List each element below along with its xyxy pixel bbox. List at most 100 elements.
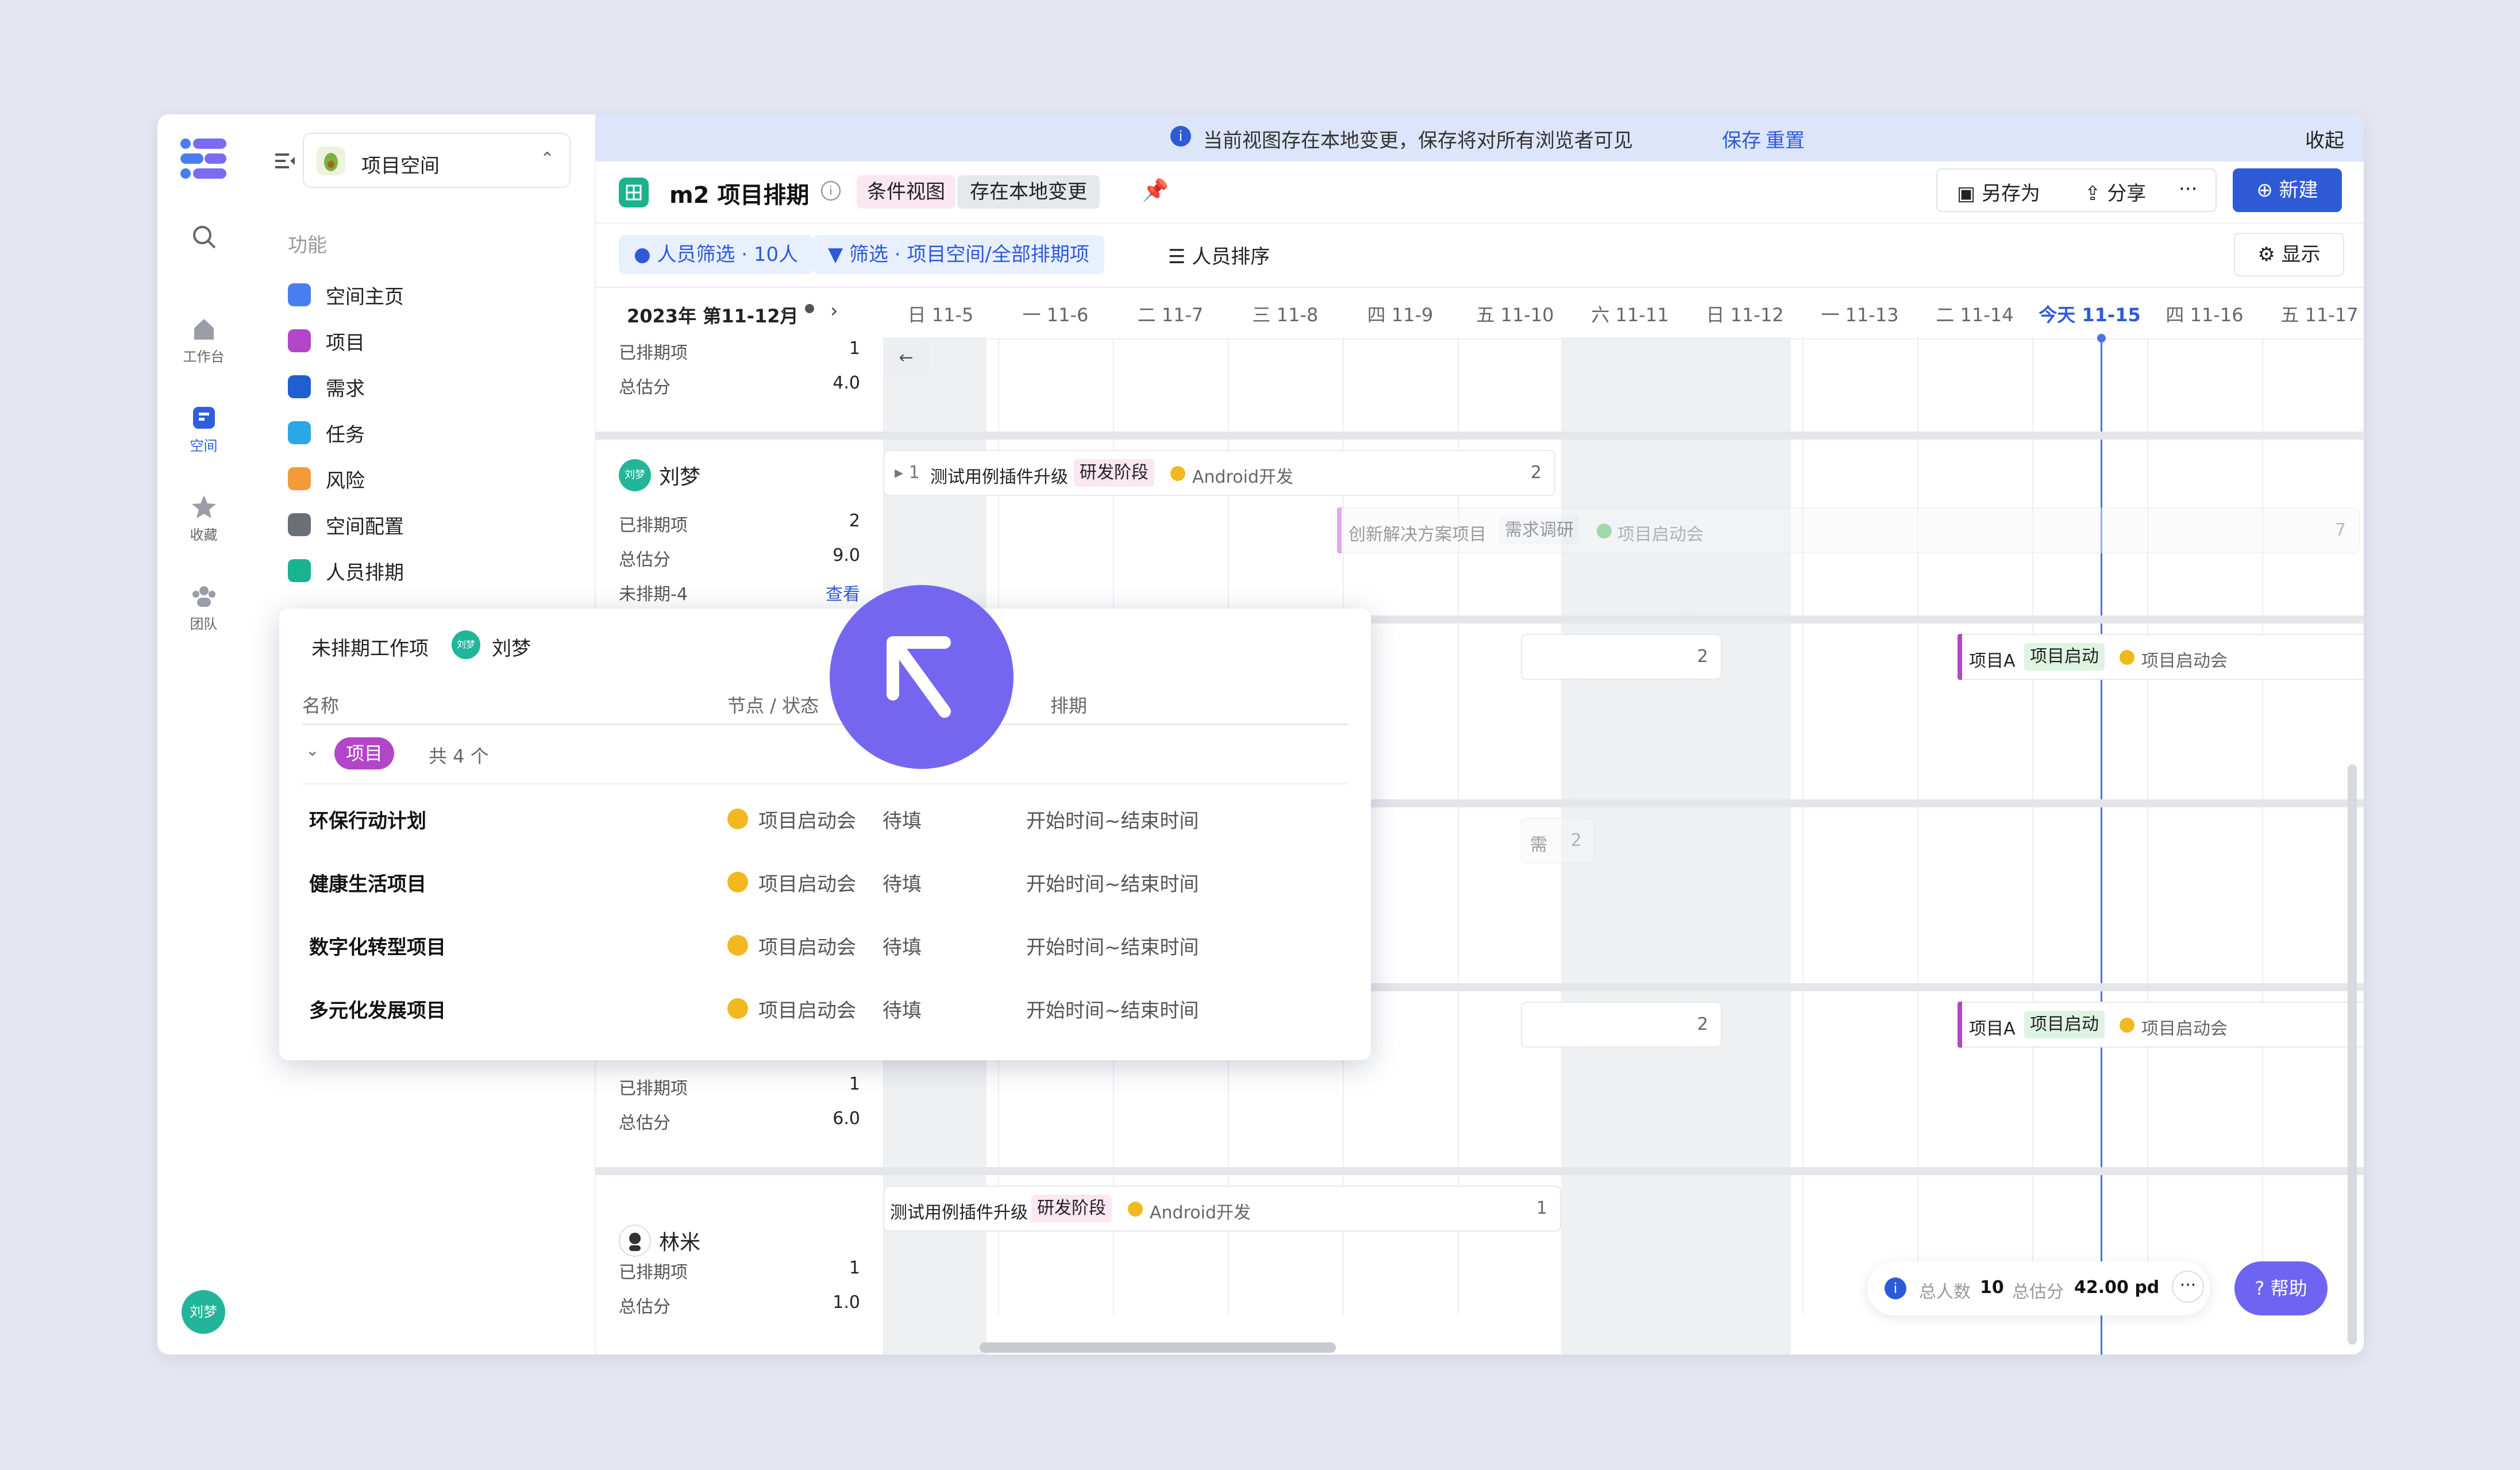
group-row[interactable]: ⌄ 项目 共 4 个 xyxy=(302,724,1348,784)
arrow-left-icon[interactable]: ← xyxy=(883,342,929,374)
list-item[interactable]: 数字化转型项目 项目启动会 待填 开始时间~结束时间 xyxy=(302,913,1348,976)
status-dot xyxy=(727,809,748,829)
column-header: 名称 xyxy=(302,695,340,717)
collapse-sidebar-icon[interactable] xyxy=(273,149,297,173)
schedule-bar[interactable]: 测试用例插件升级 研发阶段 Android开发 1 xyxy=(883,1186,1561,1232)
scheduled-label: 已排期项 xyxy=(619,1263,688,1283)
chevron-right-icon[interactable]: › xyxy=(830,299,838,322)
save-as-button[interactable]: ▣ 另存为 xyxy=(1957,178,2040,206)
project-icon xyxy=(288,329,311,352)
day-header: 五 11-10 xyxy=(1476,304,1554,326)
sidebar-item-requirement[interactable]: 需求 xyxy=(288,367,564,402)
schedule-bar[interactable]: ▸ 1 测试用例插件升级 研发阶段 Android开发 2 xyxy=(883,450,1555,496)
user-avatar[interactable]: 刘梦 xyxy=(182,1290,225,1334)
sidebar-item-space-home[interactable]: 空间主页 xyxy=(288,275,564,310)
avatar xyxy=(619,1225,651,1257)
list-item[interactable]: 环保行动计划 项目启动会 待填 开始时间~结束时间 xyxy=(302,787,1348,850)
rail-team-label: 团队 xyxy=(190,616,218,632)
total-label: 总估分 xyxy=(619,378,671,398)
vertical-scrollbar[interactable] xyxy=(2348,764,2357,1345)
total-label: 总估分 xyxy=(619,550,671,570)
status-dot xyxy=(727,935,748,956)
view-title: m2 项目排期 xyxy=(669,182,810,209)
popover-person-name: 刘梦 xyxy=(492,637,531,660)
collapse-link[interactable]: 收起 xyxy=(2305,125,2344,153)
schedule-bar[interactable]: 项目A 项目启动 项目启动会 4 xyxy=(1958,1002,2364,1048)
share-icon: ⇪ xyxy=(2084,182,2101,205)
column-header: 排期 xyxy=(1050,695,1088,717)
unscheduled-count: 未排期-4 xyxy=(619,584,688,605)
info-icon xyxy=(288,283,311,306)
local-change-banner: i 当前视图存在本地变更，保存将对所有浏览者可见 保存 重置 收起 xyxy=(596,114,2364,161)
requirement-icon xyxy=(288,375,311,398)
stats-more-button[interactable]: ··· xyxy=(2172,1271,2204,1303)
settings-icon: ⚙ xyxy=(2257,243,2275,266)
app-window: 工作台 空间 收藏 团队 刘梦 项目空间 ⌃ 功能 空间主页 项目 需求 任务 … xyxy=(157,114,2364,1354)
filter-bar: ● 人员筛选 · 10人 ▼ 筛选 · 项目空间/全部排期项 ☰ 人员排序 ⚙ … xyxy=(596,222,2364,287)
popover-table-header: 名称 节点 / 状态 排期 xyxy=(302,683,1348,725)
info-circle-icon[interactable]: i xyxy=(821,181,841,201)
scheduled-count: 1 xyxy=(849,1074,860,1094)
month-label: 2023年 第11-12月 xyxy=(627,305,799,327)
space-selector[interactable]: 项目空间 ⌃ xyxy=(303,133,571,188)
save-link[interactable]: 保存 xyxy=(1722,125,1761,153)
user-icon: ● xyxy=(634,243,651,266)
rail-search[interactable] xyxy=(157,224,250,253)
rail-team[interactable]: 团队 xyxy=(157,583,250,633)
sidebar-item-task[interactable]: 任务 xyxy=(288,413,564,448)
task-icon xyxy=(288,421,311,444)
schedule-bar[interactable]: 创新解决方案项目 需求调研 项目启动会 7 xyxy=(1337,507,2360,553)
day-header: 四 11-16 xyxy=(2165,304,2244,326)
more-button[interactable]: ··· xyxy=(2179,178,2197,201)
schedule-bar[interactable]: 需 2 xyxy=(1521,818,1596,864)
people-sort-button[interactable]: ☰ 人员排序 xyxy=(1168,241,1270,269)
status-dot xyxy=(2120,650,2134,665)
status-dot xyxy=(727,998,748,1019)
home-icon xyxy=(194,319,214,340)
view-toolbar: m2 项目排期 i 条件视图 存在本地变更 📌 ▣ 另存为 ⇪ 分享 ··· ⊕… xyxy=(596,161,2364,224)
status-dot xyxy=(2120,1018,2134,1033)
total-score: 4.0 xyxy=(833,373,860,393)
new-button[interactable]: ⊕ 新建 xyxy=(2233,168,2342,212)
search-icon xyxy=(192,226,215,249)
copy-icon: ▣ xyxy=(1957,182,1976,205)
filter-chip[interactable]: ▼ 筛选 · 项目空间/全部排期项 xyxy=(813,235,1104,274)
list-item[interactable]: 多元化发展项目 项目启动会 待填 开始时间~结束时间 xyxy=(302,976,1348,1040)
rail-space[interactable]: 空间 xyxy=(157,405,250,455)
sidebar-item-project[interactable]: 项目 xyxy=(288,321,564,356)
rail-workbench[interactable]: 工作台 xyxy=(157,315,250,365)
banner-message: 当前视图存在本地变更，保存将对所有浏览者可见 xyxy=(1203,129,1633,152)
day-header: 日 11-5 xyxy=(907,304,974,326)
today-dot-icon[interactable] xyxy=(805,304,814,313)
people-filter-chip[interactable]: ● 人员筛选 · 10人 xyxy=(619,235,814,274)
share-button[interactable]: ⇪ 分享 xyxy=(2084,178,2146,206)
schedule-bar[interactable]: 项目A 项目启动 项目启动会 5 xyxy=(1958,634,2364,680)
help-button[interactable]: ? 帮助 xyxy=(2234,1261,2328,1315)
chevron-down-icon[interactable]: ⌄ xyxy=(306,741,319,760)
sidebar-item-risk[interactable]: 风险 xyxy=(288,459,564,494)
rail-favorites[interactable]: 收藏 xyxy=(157,494,250,544)
scheduled-count: 1 xyxy=(849,1258,860,1278)
sidebar-item-space-config[interactable]: 空间配置 xyxy=(288,505,564,540)
chevron-updown-icon: ⌃ xyxy=(540,149,554,169)
reset-link[interactable]: 重置 xyxy=(1766,125,1805,153)
cursor-arrow-icon xyxy=(830,585,1014,769)
conditional-view-tag[interactable]: 条件视图 xyxy=(857,175,955,209)
sidebar-item-schedule[interactable]: 人员排期 xyxy=(288,551,564,586)
scheduled-label: 已排期项 xyxy=(619,1079,688,1099)
app-logo[interactable] xyxy=(180,138,228,179)
scheduled-label: 已排期项 xyxy=(619,515,688,536)
day-header: 二 11-7 xyxy=(1137,304,1204,326)
list-item[interactable]: 健康生活项目 项目启动会 待填 开始时间~结束时间 xyxy=(302,850,1348,913)
local-change-tag[interactable]: 存在本地变更 xyxy=(957,175,1100,209)
total-score: 9.0 xyxy=(833,545,860,565)
pin-icon[interactable]: 📌 xyxy=(1142,178,1169,203)
schedule-bar[interactable]: 2 xyxy=(1521,1002,1722,1048)
schedule-bar[interactable]: 2 xyxy=(1521,634,1722,680)
display-button[interactable]: ⚙ 显示 xyxy=(2234,233,2344,276)
horizontal-scrollbar[interactable] xyxy=(980,1342,1336,1353)
star-icon xyxy=(191,495,216,518)
day-header: 六 11-11 xyxy=(1591,304,1669,326)
chevron-left-icon[interactable]: ‹ xyxy=(780,299,788,322)
rail-workbench-label: 工作台 xyxy=(183,349,225,365)
